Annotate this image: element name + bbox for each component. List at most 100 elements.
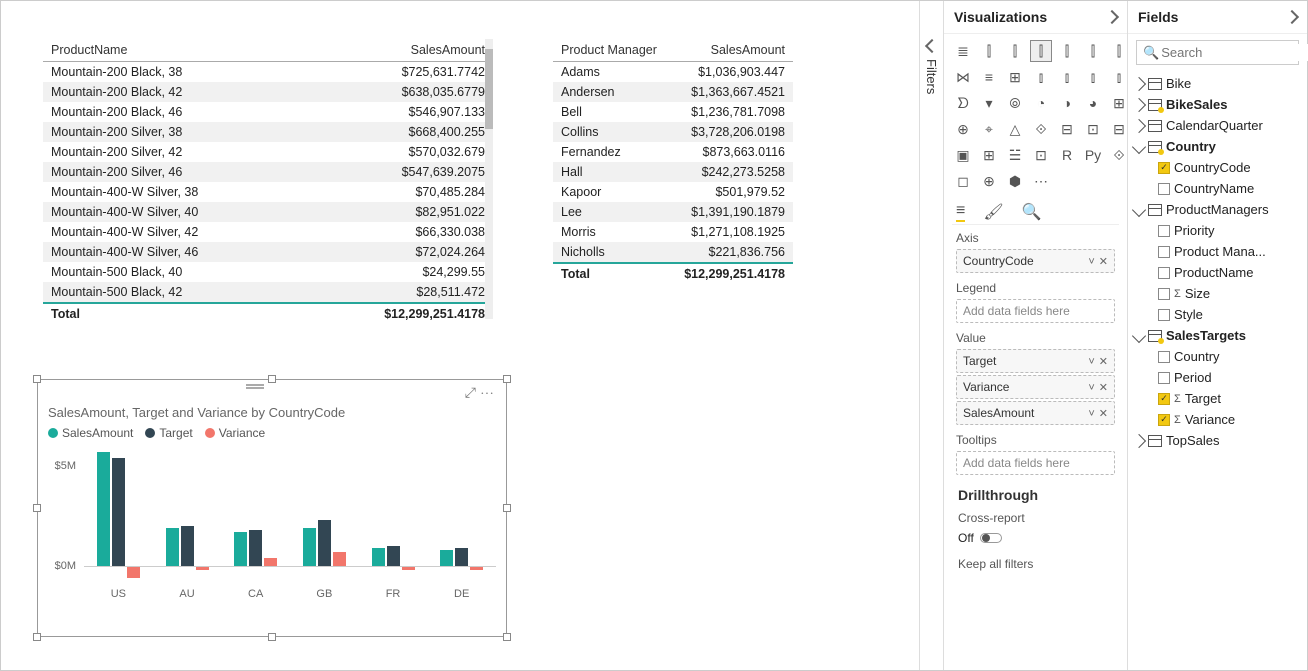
table-product-sales[interactable]: ProductName SalesAmount Mountain-200 Bla… [43,39,493,339]
table-row[interactable]: Mountain-200 Black, 42$638,035.6779 [43,82,493,102]
chart-plot-area[interactable]: $5M$0M USAUCAGBFRDE [84,446,496,606]
field-table[interactable]: TopSales [1132,430,1303,451]
col-productname[interactable]: ProductName [43,39,305,62]
format-tab-icon[interactable]: 🖌 [983,202,1003,222]
viz-type-icon[interactable]: ⫾ [1056,66,1078,88]
viz-type-icon[interactable]: ⊡ [1082,118,1104,140]
viz-type-icon[interactable]: ⬢ [1004,170,1026,192]
viz-type-icon[interactable]: ⫾ [1082,66,1104,88]
fields-search[interactable]: 🔍 [1136,40,1299,65]
viz-type-icon[interactable]: ⊟ [1056,118,1078,140]
viz-type-icon[interactable]: Py [1082,144,1104,166]
bar[interactable] [166,528,179,566]
viz-type-icon[interactable]: ⫿ [978,40,1000,62]
viz-type-icon[interactable]: ⊞ [978,144,1000,166]
bar[interactable] [440,550,453,566]
viz-type-icon[interactable]: ◕ [1082,92,1104,114]
collapse-fields-icon[interactable] [1285,10,1299,24]
viz-type-icon[interactable]: ◔ [1030,92,1052,114]
search-input[interactable] [1159,44,1308,61]
bar[interactable] [372,548,385,566]
table-row[interactable]: Lee$1,391,190.1879 [553,202,793,222]
table-row[interactable]: Mountain-400-W Silver, 46$72,024.264 [43,242,493,262]
analytics-tab-icon[interactable]: 🔍 [1022,202,1042,222]
table-row[interactable]: Morris$1,271,108.1925 [553,222,793,242]
viz-type-icon[interactable]: ⊞ [1004,66,1026,88]
viz-type-icon[interactable]: ⊕ [978,170,1000,192]
table-row[interactable]: Mountain-200 Silver, 46$547,639.2075 [43,162,493,182]
col-manager[interactable]: Product Manager [553,39,670,62]
report-canvas[interactable]: ProductName SalesAmount Mountain-200 Bla… [1,1,919,670]
viz-type-icon[interactable]: ⫿ [1030,40,1052,62]
field-item[interactable]: Period [1132,367,1303,388]
table-row[interactable]: Bell$1,236,781.7098 [553,102,793,122]
clustered-bar-chart[interactable]: ⤢⋯ SalesAmount, Target and Variance by C… [37,379,507,637]
table-row[interactable]: Mountain-500 Black, 40$24,299.55 [43,262,493,282]
viz-type-icon[interactable]: ⫾ [1030,66,1052,88]
viz-type-icon[interactable]: ▾ [978,92,1000,114]
table-row[interactable]: Nicholls$221,836.756 [553,242,793,263]
filters-tab[interactable]: Filters [919,1,943,670]
field-item[interactable]: Country [1132,346,1303,367]
table-row[interactable]: Mountain-500 Black, 42$28,511.472 [43,282,493,303]
bar[interactable] [234,532,247,566]
field-item[interactable]: Product Mana... [1132,241,1303,262]
viz-type-icon[interactable]: ⊕ [952,118,974,140]
bar[interactable] [303,528,316,566]
viz-type-icon[interactable]: ⦾ [1004,92,1026,114]
viz-type-icon[interactable]: ᗤ [952,92,974,114]
viz-type-icon[interactable]: ⌖ [978,118,1000,140]
more-options-icon[interactable]: ⋯ [480,384,498,400]
viz-type-icon[interactable]: ⫿ [1082,40,1104,62]
field-table[interactable]: CalendarQuarter [1132,115,1303,136]
tooltips-field-well[interactable]: Add data fields here [956,451,1115,475]
legend-field-well[interactable]: Add data fields here [956,299,1115,323]
viz-type-icon[interactable]: ☱ [1004,144,1026,166]
table-row[interactable]: Mountain-200 Black, 46$546,907.133 [43,102,493,122]
field-item[interactable]: Priority [1132,220,1303,241]
expand-filters-icon[interactable] [924,39,938,53]
field-item[interactable]: ΣTarget [1132,388,1303,409]
viz-type-icon[interactable]: ◻ [952,170,974,192]
viz-type-icon[interactable]: ⟐ [1030,118,1052,140]
bar[interactable] [387,546,400,566]
table-row[interactable]: Fernandez$873,663.0116 [553,142,793,162]
col-salesamount[interactable]: SalesAmount [670,39,793,62]
scrollbar[interactable] [485,39,493,319]
table-manager-sales[interactable]: Product Manager SalesAmount Adams$1,036,… [553,39,793,284]
drag-handle-icon[interactable] [241,384,269,392]
viz-type-icon[interactable]: ⋯ [1030,170,1052,192]
field-table[interactable]: Bike [1132,73,1303,94]
field-item[interactable]: ProductName [1132,262,1303,283]
table-row[interactable]: Collins$3,728,206.0198 [553,122,793,142]
viz-type-icon[interactable]: ◑ [1056,92,1078,114]
viz-type-icon[interactable]: ⫿ [1056,40,1078,62]
table-row[interactable]: Mountain-200 Black, 38$725,631.7742 [43,62,493,83]
bar[interactable] [127,566,140,578]
field-table[interactable]: SalesTargets [1132,325,1303,346]
cross-report-toggle[interactable]: Off [952,529,1119,553]
field-item[interactable]: ΣVariance [1132,409,1303,430]
bar[interactable] [97,452,110,566]
bar[interactable] [112,458,125,566]
viz-type-icon[interactable]: ▣ [952,144,974,166]
value-field-well[interactable]: SalesAmount˅✕ [956,401,1115,425]
table-row[interactable]: Mountain-400-W Silver, 40$82,951.022 [43,202,493,222]
table-row[interactable]: Mountain-400-W Silver, 38$70,485.284 [43,182,493,202]
focus-mode-icon[interactable]: ⤢ [465,384,480,400]
bar[interactable] [318,520,331,566]
collapse-viz-icon[interactable] [1105,10,1119,24]
value-field-well[interactable]: Variance˅✕ [956,375,1115,399]
col-salesamount[interactable]: SalesAmount [305,39,493,62]
table-row[interactable]: Mountain-400-W Silver, 42$66,330.038 [43,222,493,242]
table-row[interactable]: Mountain-200 Silver, 38$668,400.255 [43,122,493,142]
table-row[interactable]: Hall$242,273.5258 [553,162,793,182]
bar[interactable] [264,558,277,566]
viz-type-icon[interactable]: ⊡ [1030,144,1052,166]
bar[interactable] [455,548,468,566]
viz-type-icon[interactable]: ≣ [952,40,974,62]
viz-type-icon[interactable]: △ [1004,118,1026,140]
table-row[interactable]: Mountain-200 Silver, 42$570,032.679 [43,142,493,162]
viz-type-icon[interactable]: R [1056,144,1078,166]
field-table[interactable]: Country [1132,136,1303,157]
